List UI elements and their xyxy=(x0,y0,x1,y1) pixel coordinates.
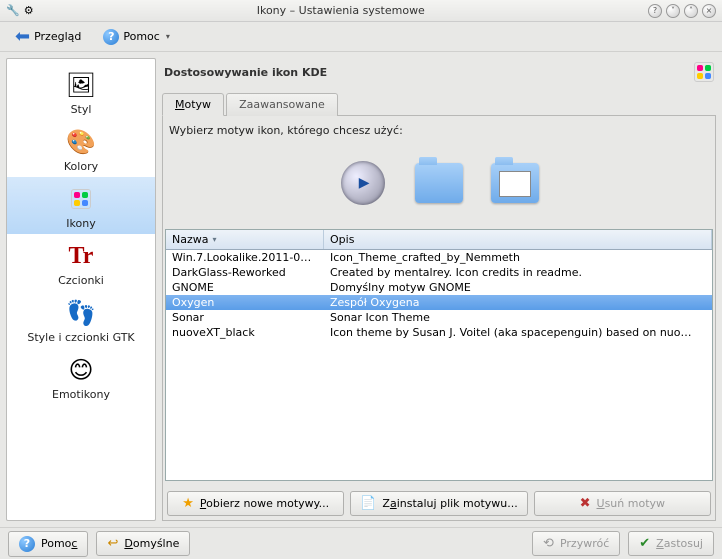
sidebar-item-label: Styl xyxy=(11,103,151,116)
sidebar-item-label: Czcionki xyxy=(11,274,151,287)
help-menu-button[interactable]: ? Pomoc ▾ xyxy=(96,25,176,49)
defaults-button[interactable]: ↩ Domyślne xyxy=(96,531,190,556)
tab-label: Zaawansowane xyxy=(239,98,325,111)
icon-preview-row xyxy=(165,145,713,221)
table-body: Win.7.Lookalike.2011-01.13 Icon_Theme_cr… xyxy=(166,250,712,480)
star-icon: ★ xyxy=(182,496,194,511)
cell-desc: Icon theme by Susan J. Voitel (aka space… xyxy=(324,325,712,340)
back-arrow-icon: ⬅ xyxy=(15,26,30,47)
column-desc[interactable]: Opis xyxy=(324,230,712,249)
column-desc-label: Opis xyxy=(330,233,354,246)
install-theme-button[interactable]: 📄 Zainstaluj plik motywu... xyxy=(350,491,527,516)
remove-theme-button: ✖ Usuń motyw xyxy=(534,491,711,516)
check-icon: ✔ xyxy=(639,536,650,551)
sidebar-item-label: Emotikony xyxy=(11,388,151,401)
cell-name: DarkGlass-Reworked xyxy=(166,265,324,280)
apply-button: ✔ Zastosuj xyxy=(628,531,714,556)
revert-icon: ⟲ xyxy=(543,536,554,551)
sidebar-item-colors[interactable]: 🎨 Kolory xyxy=(7,120,155,177)
content: Dostosowywanie ikon KDE Motyw Zaawansowa… xyxy=(162,58,716,521)
document-icon: 📄 xyxy=(360,496,376,511)
help-window-button[interactable]: ? xyxy=(648,4,662,18)
emoticons-icon: 😊 xyxy=(65,354,97,386)
cell-desc: Sonar Icon Theme xyxy=(324,310,712,325)
delete-icon: ✖ xyxy=(580,496,591,511)
sidebar-item-emoticons[interactable]: 😊 Emotikony xyxy=(7,348,155,405)
preview-folder-open-icon xyxy=(491,159,539,207)
tab-label-rest: otyw xyxy=(185,98,212,111)
cell-name: Win.7.Lookalike.2011-01.13 xyxy=(166,250,324,265)
help-label: Pomoc xyxy=(123,30,159,43)
table-header: Nazwa ▾ Opis xyxy=(166,230,712,250)
window-title: Ikony – Ustawienia systemowe xyxy=(34,4,648,17)
window-buttons: ? ˅ ˄ × xyxy=(648,4,716,18)
action-buttons: ★ Pobierz nowe motywy... 📄 Zainstaluj pl… xyxy=(165,489,713,518)
help-icon: ? xyxy=(19,536,35,552)
table-row[interactable]: Sonar Sonar Icon Theme xyxy=(166,310,712,325)
undo-icon: ↩ xyxy=(107,536,118,551)
column-name-label: Nazwa xyxy=(172,233,208,246)
cell-name: GNOME xyxy=(166,280,324,295)
tab-container: Motyw Zaawansowane Wybierz motyw ikon, k… xyxy=(162,92,716,521)
sidebar-item-gtk[interactable]: 👣 Style i czcionki GTK xyxy=(7,291,155,348)
gtk-icon: 👣 xyxy=(65,297,97,329)
table-row[interactable]: GNOME Domyślny motyw GNOME xyxy=(166,280,712,295)
sidebar-item-fonts[interactable]: Tr Czcionki xyxy=(7,234,155,291)
style-icon: 🖼 xyxy=(65,69,97,101)
close-button[interactable]: × xyxy=(702,4,716,18)
cell-desc: Domyślny motyw GNOME xyxy=(324,280,712,295)
footer: ? Pomoc ↩ Domyślne ⟲ Przywróć ✔ Zastosuj xyxy=(0,527,722,559)
maximize-button[interactable]: ˄ xyxy=(684,4,698,18)
reset-label: Przywróć xyxy=(560,537,609,550)
overview-label: Przegląd xyxy=(34,30,81,43)
module-icon xyxy=(694,62,714,82)
sidebar-item-label: Style i czcionki GTK xyxy=(11,331,151,344)
sidebar: 🖼 Styl 🎨 Kolory Ikony Tr Czcionki 👣 Styl… xyxy=(6,58,156,521)
tab-body: Wybierz motyw ikon, którego chcesz użyć:… xyxy=(162,116,716,521)
cell-desc: Created by mentalrey. Icon credits in re… xyxy=(324,265,712,280)
sort-indicator-icon: ▾ xyxy=(212,235,216,244)
tabs: Motyw Zaawansowane xyxy=(162,92,716,116)
cell-desc: Zespół Oxygena xyxy=(324,295,712,310)
titlebar-left-icons: 🔧 ⚙ xyxy=(6,4,34,17)
help-button[interactable]: ? Pomoc xyxy=(8,531,88,557)
hint-text: Wybierz motyw ikon, którego chcesz użyć: xyxy=(165,124,713,137)
page-title: Dostosowywanie ikon KDE xyxy=(164,66,327,79)
download-themes-button[interactable]: ★ Pobierz nowe motywy... xyxy=(167,491,344,516)
fonts-icon: Tr xyxy=(65,240,97,272)
theme-table: Nazwa ▾ Opis Win.7.Lookalike.2011-01.13 … xyxy=(165,229,713,481)
reset-button: ⟲ Przywróć xyxy=(532,531,620,556)
colors-icon: 🎨 xyxy=(65,126,97,158)
titlebar: 🔧 ⚙ Ikony – Ustawienia systemowe ? ˅ ˄ × xyxy=(0,0,722,22)
table-row[interactable]: Win.7.Lookalike.2011-01.13 Icon_Theme_cr… xyxy=(166,250,712,265)
sidebar-item-label: Ikony xyxy=(11,217,151,230)
icons-icon xyxy=(65,183,97,215)
settings-icon: ⚙ xyxy=(24,4,34,17)
column-name[interactable]: Nazwa ▾ xyxy=(166,230,324,249)
help-icon: ? xyxy=(103,29,119,45)
sidebar-item-label: Kolory xyxy=(11,160,151,173)
wrench-icon: 🔧 xyxy=(6,4,20,17)
main-area: 🖼 Styl 🎨 Kolory Ikony Tr Czcionki 👣 Styl… xyxy=(0,52,722,527)
cell-desc: Icon_Theme_crafted_by_Nemmeth xyxy=(324,250,712,265)
cell-name: Oxygen xyxy=(166,295,324,310)
chevron-down-icon: ▾ xyxy=(166,32,170,41)
preview-system-icon xyxy=(339,159,387,207)
toolbar: ⬅ Przegląd ? Pomoc ▾ xyxy=(0,22,722,52)
cell-name: nuoveXT_black xyxy=(166,325,324,340)
content-header: Dostosowywanie ikon KDE xyxy=(162,58,716,86)
table-row[interactable]: Oxygen Zespół Oxygena xyxy=(166,295,712,310)
sidebar-item-icons[interactable]: Ikony xyxy=(7,177,155,234)
tab-theme[interactable]: Motyw xyxy=(162,93,224,116)
preview-folder-icon xyxy=(415,159,463,207)
tab-advanced[interactable]: Zaawansowane xyxy=(226,93,338,116)
overview-button[interactable]: ⬅ Przegląd xyxy=(8,22,88,51)
sidebar-item-style[interactable]: 🖼 Styl xyxy=(7,63,155,120)
table-row[interactable]: DarkGlass-Reworked Created by mentalrey.… xyxy=(166,265,712,280)
minimize-button[interactable]: ˅ xyxy=(666,4,680,18)
cell-name: Sonar xyxy=(166,310,324,325)
table-row[interactable]: nuoveXT_black Icon theme by Susan J. Voi… xyxy=(166,325,712,340)
